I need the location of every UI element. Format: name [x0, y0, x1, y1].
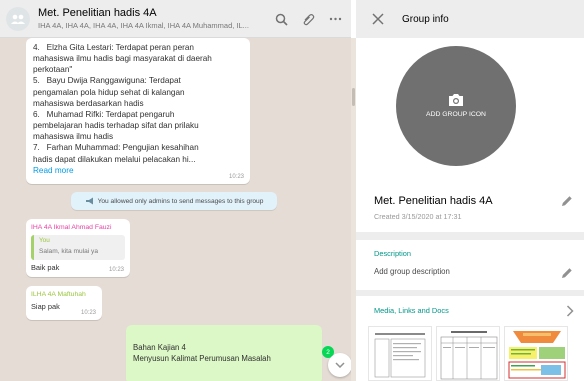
message-line: 5. Bayu Dwija Ranggawiguna: Terdapat	[33, 76, 181, 86]
message-line: perkotaan"	[33, 65, 73, 75]
description-value[interactable]: Add group description	[374, 267, 450, 276]
system-notification-text: You allowed only admins to send messages…	[97, 197, 264, 205]
media-thumbnail[interactable]	[504, 326, 568, 381]
message-line: Menyusun Kalimat Perumusan Masalah	[133, 353, 271, 363]
chevron-right-icon[interactable]	[566, 304, 578, 317]
group-info-title: Group info	[402, 13, 449, 25]
message-time: 10:23	[108, 266, 124, 273]
message-bubble[interactable]: ILHA 4A Maftuhah Siap pak 10:23	[26, 286, 102, 320]
chat-panel: Met. Penelitian hadis 4A IHA 4A, IHA 4A,…	[0, 0, 351, 381]
attach-icon[interactable]	[300, 11, 316, 27]
chat-title-block[interactable]: Met. Penelitian hadis 4A IHA 4A, IHA 4A,…	[38, 7, 258, 30]
add-group-icon-label: ADD GROUP ICON	[426, 110, 486, 118]
message-line: Bahan Kajian 4	[133, 343, 186, 352]
description-label: Description	[374, 249, 411, 258]
outgoing-message-bubble[interactable]: Bahan Kajian 4 Menyusun Kalimat Perumusa…	[126, 325, 322, 381]
media-links-docs-card[interactable]: Media, Links and Docs	[356, 296, 584, 381]
message-line: hadis dapat dilakukan melalui pelacakan …	[33, 154, 196, 164]
group-created-date: Created 3/15/2020 at 17:31	[374, 212, 462, 221]
message-sender[interactable]: ILHA 4A Maftuhah	[31, 290, 97, 299]
message-line: mahasiswa ilmu hadis bagi masyarakat di …	[33, 54, 212, 64]
message-line: mahasiswa ilmu hadis	[33, 132, 114, 142]
media-thumbnail[interactable]	[368, 326, 432, 381]
system-notification: You allowed only admins to send messages…	[71, 192, 277, 210]
message-line: mahasiswa berdasarkan hadis	[33, 98, 144, 108]
message-sender[interactable]: IHA 4A Ikmal Ahmad Fauzi	[31, 223, 125, 232]
close-button[interactable]	[366, 7, 390, 31]
add-group-icon-button[interactable]: ADD GROUP ICON	[396, 46, 516, 166]
message-line: pengamalan pola hidup sehat di kalangan	[33, 87, 185, 97]
quoted-author: You	[39, 237, 50, 245]
media-links-docs-label: Media, Links and Docs	[374, 306, 449, 315]
quoted-text: Salam, kita mulai ya	[39, 247, 98, 255]
chat-header[interactable]: Met. Penelitian hadis 4A IHA 4A, IHA 4A,…	[0, 0, 351, 38]
menu-icon[interactable]	[327, 11, 343, 27]
quoted-message[interactable]: You Salam, kita mulai ya	[31, 235, 125, 261]
chat-participants: IHA 4A, IHA 4A, IHA 4A, IHA 4A Ikmal, IH…	[38, 21, 249, 30]
edit-name-pencil-icon[interactable]	[561, 194, 575, 208]
chevron-down-icon	[335, 362, 345, 368]
megaphone-icon	[85, 197, 93, 205]
group-info-panel: Group info ADD GROUP ICON Met. Penelitia…	[356, 0, 584, 381]
group-profile-card: ADD GROUP ICON Met. Penelitian hadis 4A …	[356, 38, 584, 232]
chat-title: Met. Penelitian hadis 4A	[38, 7, 157, 19]
group-name: Met. Penelitian hadis 4A	[374, 195, 493, 207]
read-more-link[interactable]: Read more	[33, 165, 243, 176]
camera-icon	[449, 93, 463, 106]
message-line: pembelajaran hadis terhadap sifat dan pr…	[33, 121, 199, 131]
scroll-to-bottom-button[interactable]	[328, 353, 351, 377]
message-line: 6. Muhamad Rifki: Terdapat pengaruh	[33, 109, 175, 119]
group-info-header: Group info	[356, 0, 584, 38]
message-time: 10:23	[80, 309, 96, 316]
description-card: Description Add group description	[356, 240, 584, 290]
close-icon	[372, 13, 384, 25]
message-time: 10:23	[228, 173, 244, 180]
search-icon[interactable]	[273, 11, 289, 27]
message-line: 4. Elzha Gita Lestari: Terdapat peran pe…	[33, 43, 194, 52]
group-avatar-icon[interactable]	[6, 6, 30, 31]
message-bubble[interactable]: 4. Elzha Gita Lestari: Terdapat peran pe…	[26, 38, 250, 184]
message-bubble[interactable]: IHA 4A Ikmal Ahmad Fauzi You Salam, kita…	[26, 219, 130, 277]
media-thumbnail[interactable]	[436, 326, 500, 381]
edit-description-pencil-icon[interactable]	[561, 266, 575, 280]
chat-scrollbar-thumb[interactable]	[352, 88, 355, 106]
message-line: 7. Farhan Muhammad: Pengujian kesahihan	[33, 143, 199, 153]
